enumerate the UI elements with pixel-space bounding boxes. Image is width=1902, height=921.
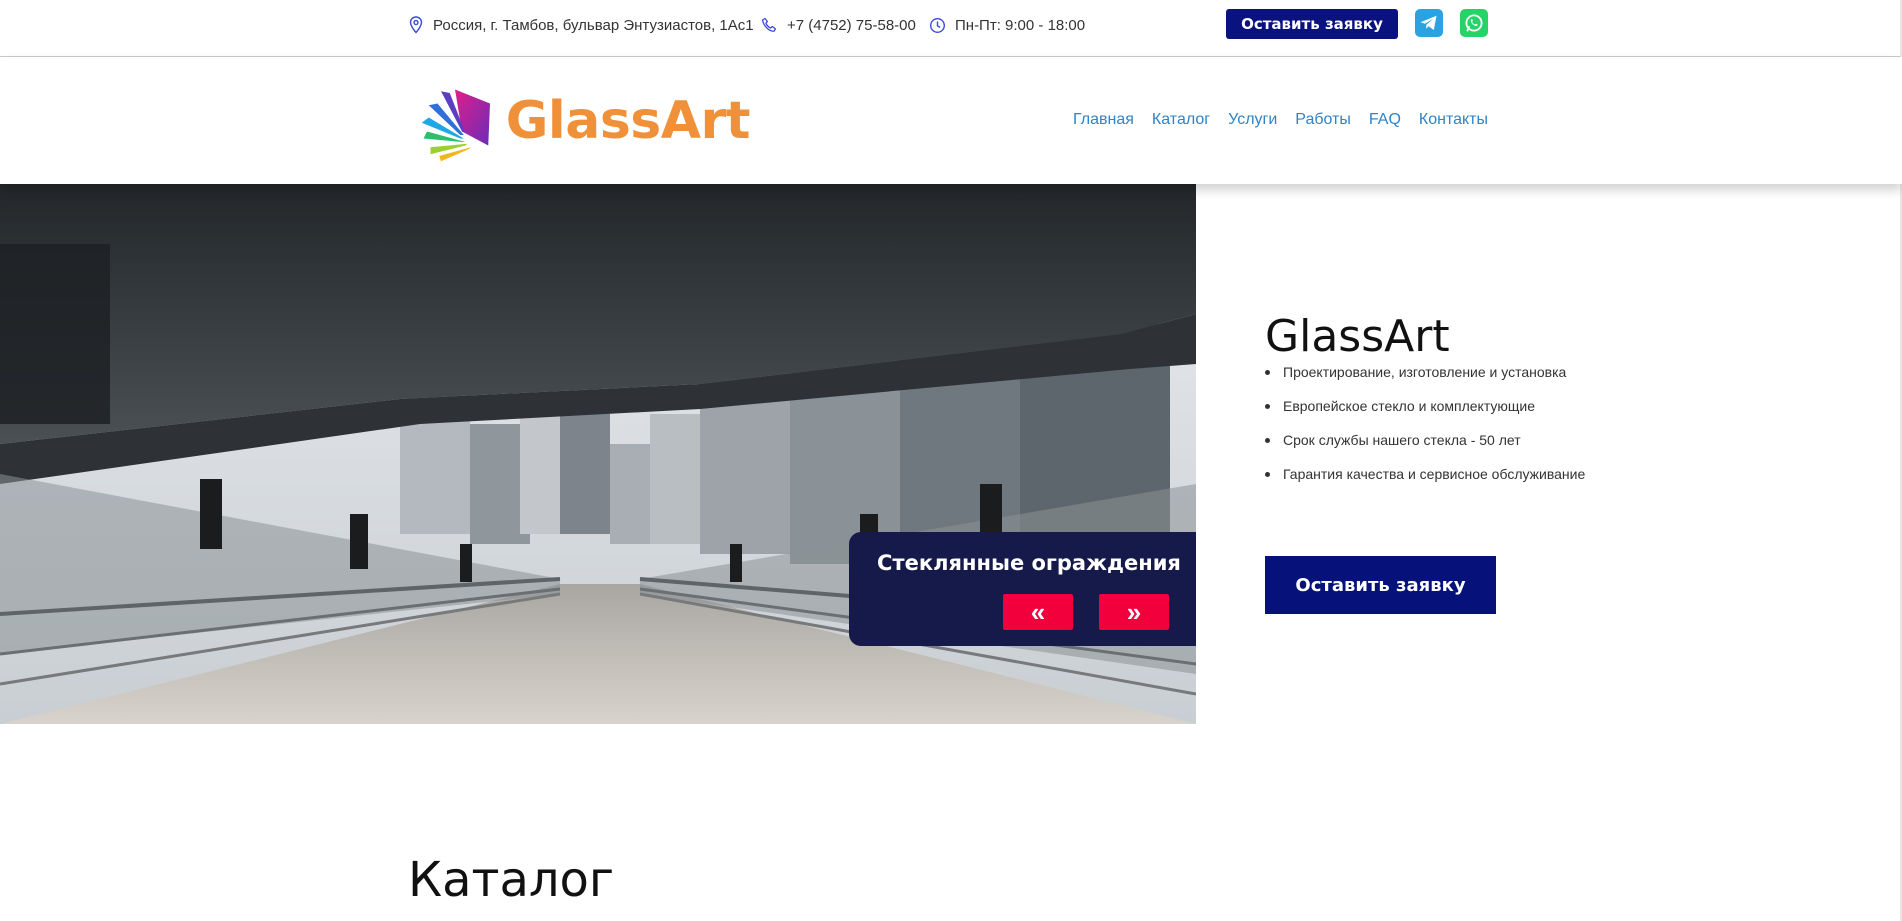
catalog-title: Каталог	[408, 851, 615, 908]
top-bar: Россия, г. Тамбов, бульвар Энтузиастов, …	[0, 0, 1902, 57]
hours-item: Пн-Пт: 9:00 - 18:00	[929, 14, 1085, 36]
nav-item-contacts[interactable]: Контакты	[1419, 111, 1488, 129]
phone-icon	[761, 17, 777, 32]
address-text: Россия, г. Тамбов, бульвар Энтузиастов, …	[433, 16, 754, 34]
nav-item-catalog[interactable]: Каталог	[1152, 111, 1210, 129]
feature-item: Гарантия качества и сервисное обслуживан…	[1264, 464, 1585, 498]
telegram-link[interactable]	[1415, 9, 1443, 37]
nav-item-home[interactable]: Главная	[1073, 111, 1134, 129]
phone-item[interactable]: +7 (4752) 75-58-00	[761, 14, 916, 36]
request-button-top[interactable]: Оставить заявку	[1226, 9, 1398, 39]
feature-item: Европейское стекло и комплектующие	[1264, 396, 1585, 430]
whatsapp-icon	[1465, 14, 1483, 32]
brand-title: GlassArt	[1265, 311, 1450, 363]
feature-item: Срок службы нашего стекла - 50 лет	[1264, 430, 1585, 464]
location-pin-icon	[409, 16, 423, 34]
address-item: Россия, г. Тамбов, бульвар Энтузиастов, …	[408, 14, 754, 36]
site-header: GlassArt Главная Каталог Услуги Работы F…	[0, 57, 1902, 184]
main-nav: Главная Каталог Услуги Работы FAQ Контак…	[1073, 111, 1488, 129]
feature-item: Проектирование, изготовление и установка	[1264, 362, 1585, 396]
logo-mark-icon	[421, 89, 490, 161]
slide-caption: Стеклянные ограждения	[877, 551, 1181, 575]
slider-next-button[interactable]: »	[1099, 594, 1169, 630]
nav-item-works[interactable]: Работы	[1295, 111, 1351, 129]
telegram-icon	[1420, 15, 1437, 30]
phone-text[interactable]: +7 (4752) 75-58-00	[787, 17, 916, 34]
logo-text: GlassArt	[505, 90, 751, 151]
slider-prev-button[interactable]: «	[1003, 594, 1073, 630]
slide-caption-box: Стеклянные ограждения « »	[849, 532, 1196, 646]
logo[interactable]: GlassArt	[420, 73, 751, 168]
feature-list: Проектирование, изготовление и установка…	[1264, 362, 1585, 498]
hero-info: GlassArt Проектирование, изготовление и …	[1264, 184, 1865, 724]
request-button-main[interactable]: Оставить заявку	[1265, 556, 1496, 614]
nav-item-faq[interactable]: FAQ	[1369, 111, 1401, 129]
nav-item-services[interactable]: Услуги	[1228, 111, 1277, 129]
clock-icon	[929, 17, 946, 33]
hours-text: Пн-Пт: 9:00 - 18:00	[955, 16, 1086, 34]
whatsapp-link[interactable]	[1460, 9, 1488, 37]
